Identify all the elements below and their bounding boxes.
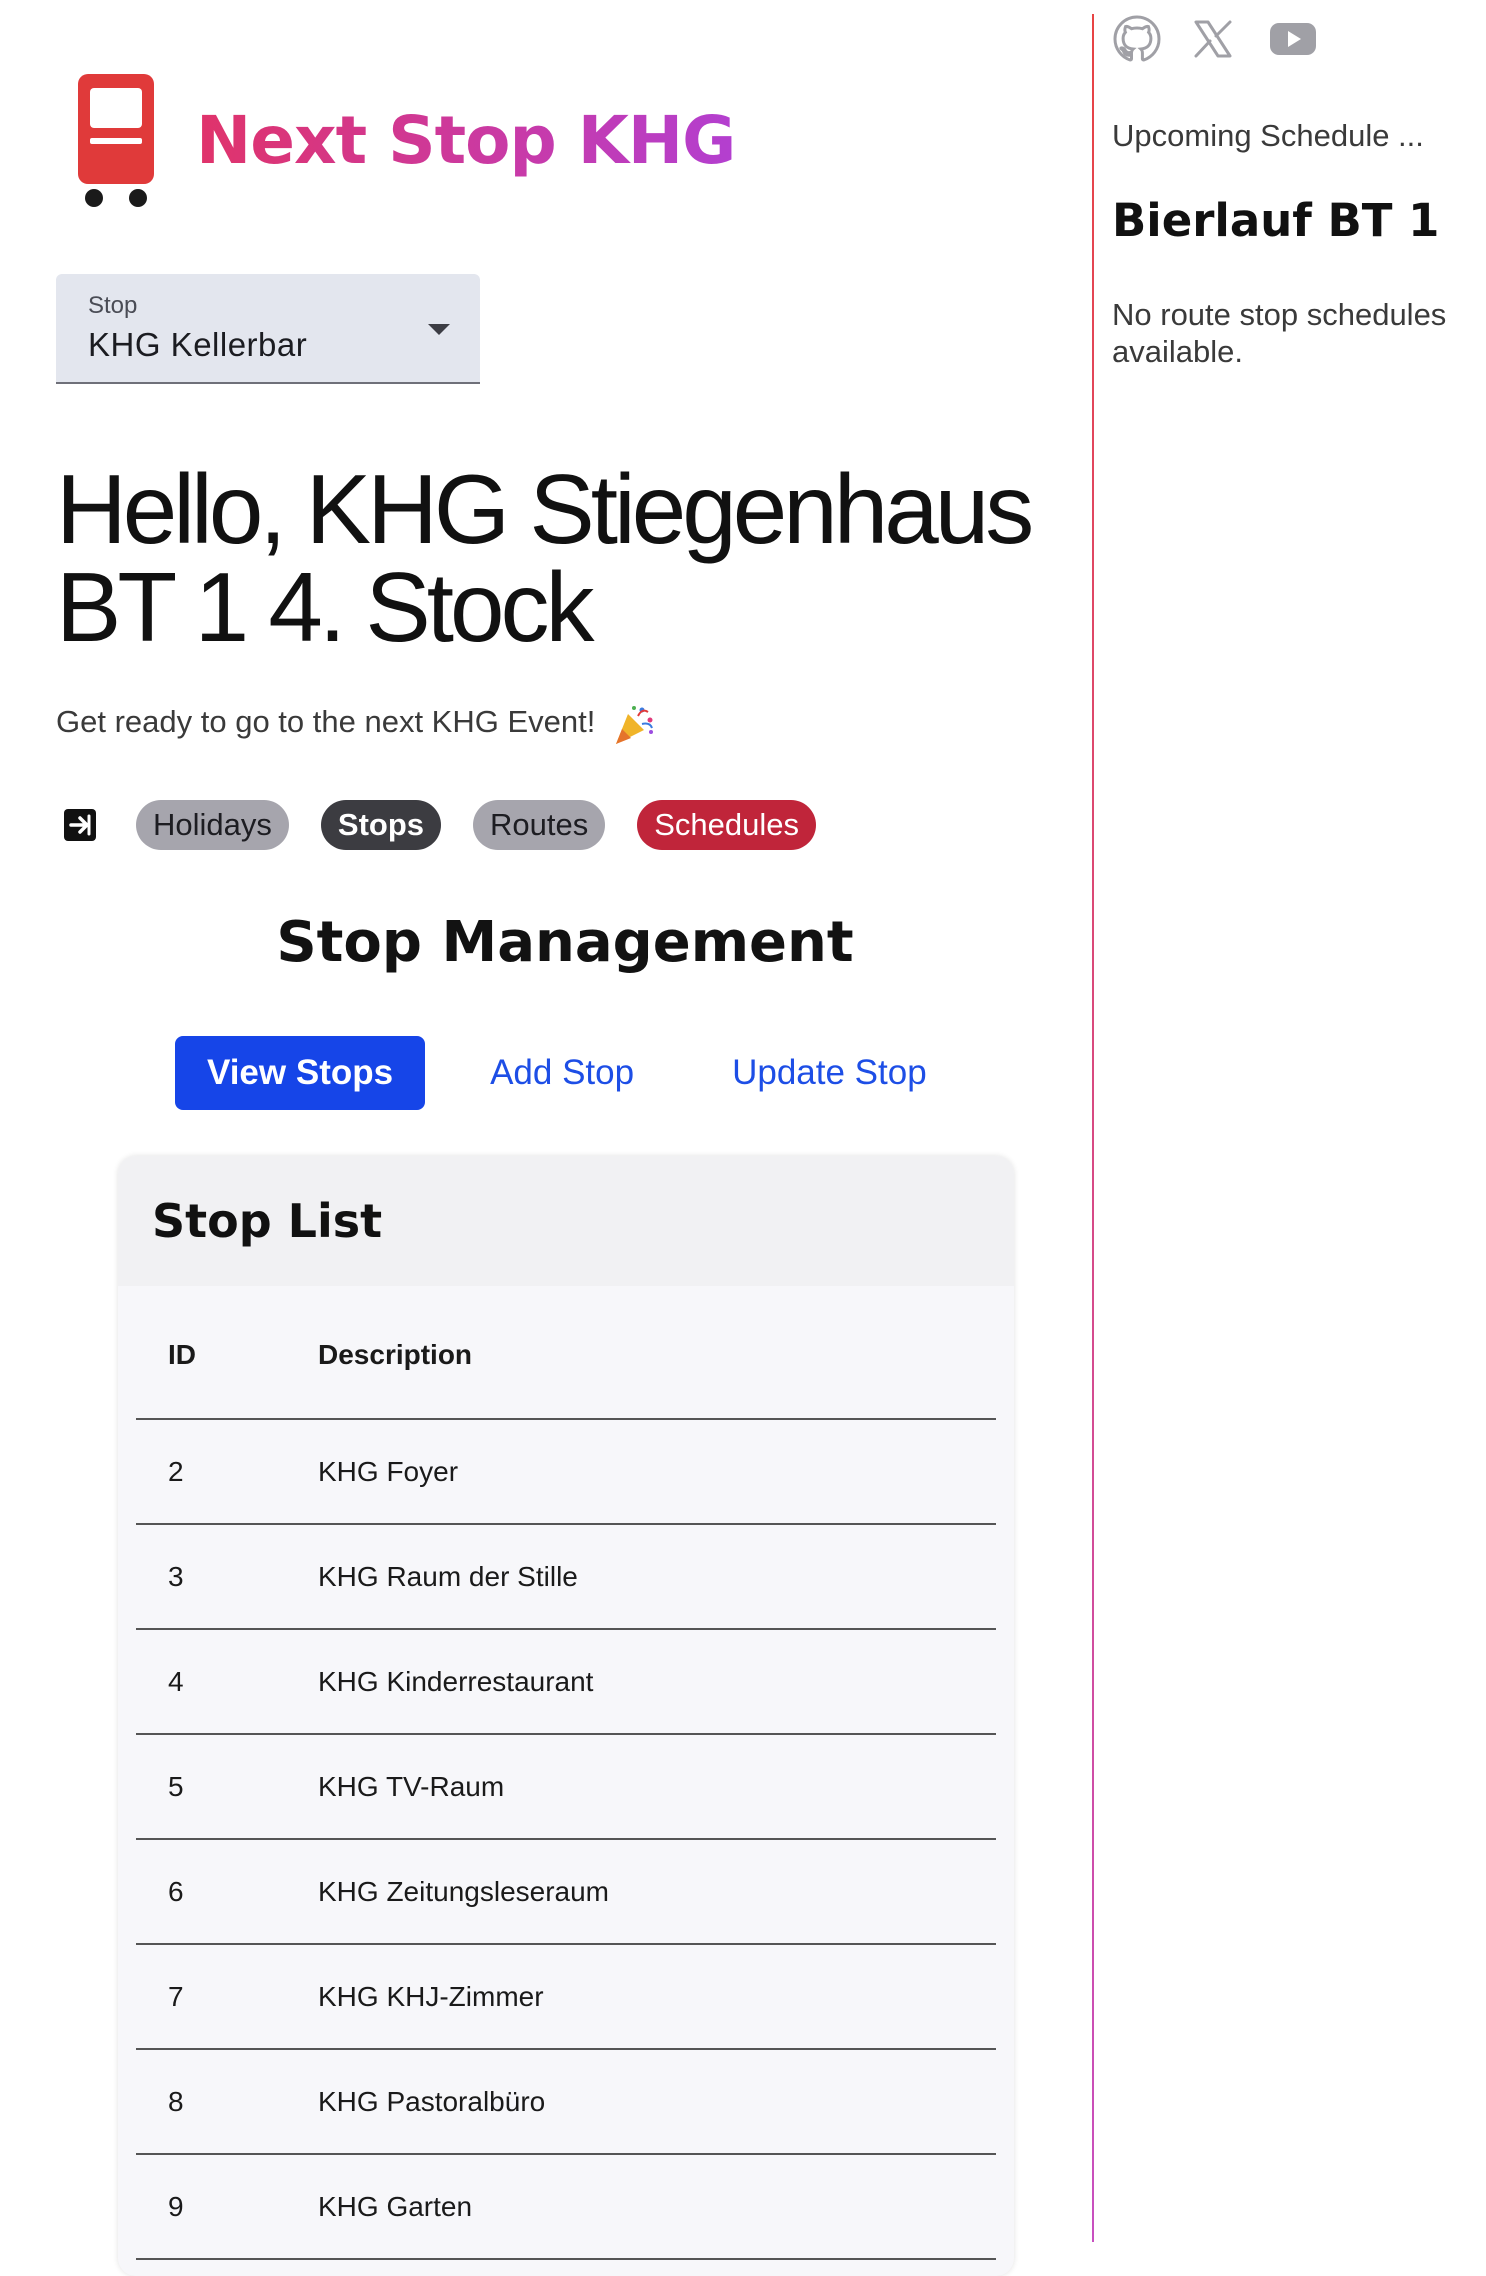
table-row[interactable]: 3 KHG Raum der Stille <box>136 1524 996 1630</box>
cell-description: KHG Raum der Stille <box>318 1524 996 1630</box>
cell-description: KHG Zeitungsleseraum <box>318 1839 996 1945</box>
subtitle-text: Get ready to go to the next KHG Event! <box>56 704 596 740</box>
cell-id: 6 <box>136 1839 318 1945</box>
greeting-heading: Hello, KHG Stiegenhaus BT 1 4. Stock <box>56 454 1034 662</box>
cell-description: KHG Garten <box>318 2154 996 2260</box>
cell-id: 9 <box>136 2154 318 2260</box>
cell-description: KHG KHJ-Zimmer <box>318 1944 996 2050</box>
cell-description: KHG Pastoralbüro <box>318 2049 996 2155</box>
tab-view-stops[interactable]: View Stops <box>175 1036 426 1110</box>
cell-id: 4 <box>136 1629 318 1735</box>
upcoming-schedule-label: Upcoming Schedule ... <box>1112 118 1424 153</box>
table-row[interactable]: 5 KHG TV-Raum <box>136 1734 996 1840</box>
nav-pill-schedules[interactable]: Schedules <box>637 800 817 850</box>
cell-description: KHG Kinderrestaurant <box>318 1629 996 1735</box>
table-row[interactable]: 9 KHG Garten <box>136 2154 996 2260</box>
stop-select[interactable]: Stop KHG Kellerbar <box>56 274 480 384</box>
table-row[interactable]: 4 KHG Kinderrestaurant <box>136 1629 996 1735</box>
nav-pill-routes[interactable]: Routes <box>473 800 606 850</box>
bus-icon <box>78 74 154 207</box>
card-header: Stop List <box>118 1156 1014 1286</box>
app-header: Next Stop KHG <box>74 70 736 210</box>
youtube-icon[interactable] <box>1264 14 1322 64</box>
cell-id: 5 <box>136 1734 318 1840</box>
schedule-name: Bierlauf BT 1 <box>1112 194 1440 247</box>
cell-id: 8 <box>136 2049 318 2155</box>
section-title: Stop Management <box>276 910 854 975</box>
table-header-row: ID Description <box>136 1286 996 1420</box>
x-icon[interactable] <box>1188 14 1238 64</box>
table-row[interactable]: 7 KHG KHJ-Zimmer <box>136 1944 996 2050</box>
tab-add-stop[interactable]: Add Stop <box>457 1036 667 1110</box>
empty-schedules-message: No route stop schedules available. <box>1112 297 1447 369</box>
column-header-description: Description <box>318 1286 996 1420</box>
tab-update-stop[interactable]: Update Stop <box>699 1036 960 1110</box>
party-popper-icon <box>615 706 653 744</box>
nav-pill-holidays[interactable]: Holidays <box>136 800 289 850</box>
cell-id: 2 <box>136 1419 318 1525</box>
stop-select-label: Stop <box>88 292 138 319</box>
nav-bar: Holidays Stops Routes Schedules <box>62 800 848 850</box>
social-links <box>1112 14 1348 64</box>
card-title: Stop List <box>152 1194 383 1248</box>
subtitle: Get ready to go to the next KHG Event! <box>56 702 656 746</box>
app-title: Next Stop KHG <box>196 101 736 179</box>
cell-id: 7 <box>136 1944 318 2050</box>
stop-management-tabs: View Stops Add Stop Update Stop <box>175 1036 960 1110</box>
logout-icon[interactable] <box>62 807 98 843</box>
stop-select-value: KHG Kellerbar <box>88 326 308 363</box>
cell-description: KHG TV-Raum <box>318 1734 996 1840</box>
sidebar: Upcoming Schedule ... Bierlauf BT 1 No r… <box>1110 0 1486 2242</box>
cell-id: 3 <box>136 1524 318 1630</box>
table-row[interactable]: 6 KHG Zeitungsleseraum <box>136 1839 996 1945</box>
stop-table: ID Description 2 KHG Foyer 3 KHG Raum de… <box>136 1286 996 2260</box>
github-icon[interactable] <box>1112 14 1162 64</box>
main-content: Next Stop KHG Stop KHG Kellerbar Hello, … <box>0 0 1090 2276</box>
table-row[interactable]: 8 KHG Pastoralbüro <box>136 2049 996 2155</box>
nav-pill-stops[interactable]: Stops <box>320 800 442 850</box>
caret-down-icon <box>428 324 450 335</box>
table-row[interactable]: 2 KHG Foyer <box>136 1419 996 1525</box>
stop-list-card: Stop List ID Description 2 KHG Foyer 3 K… <box>118 1156 1014 2276</box>
vertical-divider <box>1092 14 1094 2242</box>
cell-description: KHG Foyer <box>318 1419 996 1525</box>
column-header-id: ID <box>136 1286 318 1420</box>
